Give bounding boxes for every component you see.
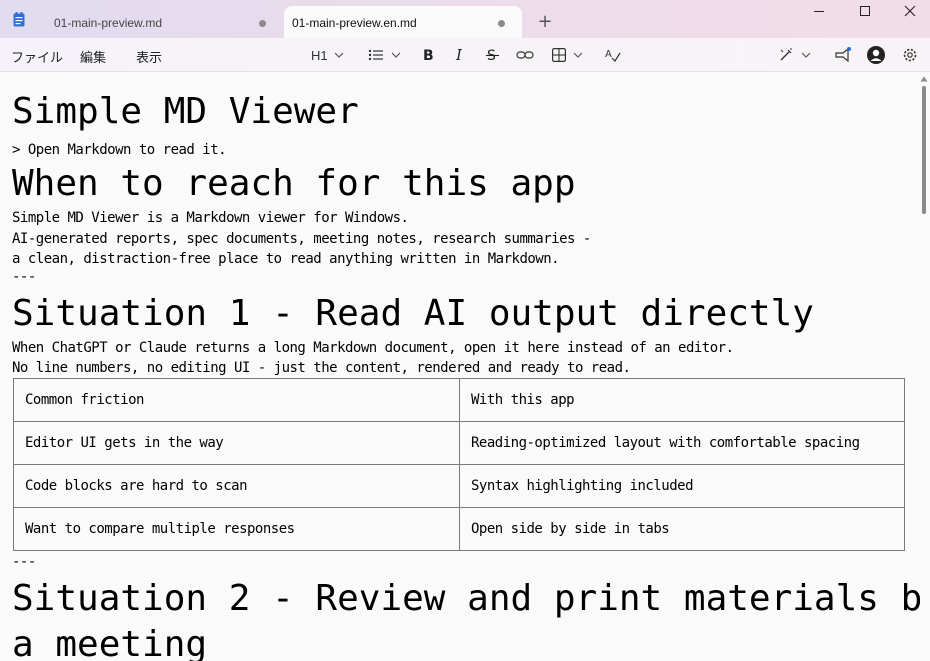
unsaved-dot-icon[interactable] (498, 20, 505, 27)
new-tab-button[interactable]: + (536, 13, 554, 31)
table-row: Want to compare multiple responses Open … (13, 507, 905, 551)
minimize-icon (814, 11, 824, 12)
table-cell: Open side by side in tabs (459, 507, 905, 551)
chevron-down-icon (391, 52, 401, 58)
link-icon (516, 51, 534, 59)
heading-dropdown[interactable]: H1 (311, 44, 344, 66)
close-window-button[interactable] (888, 0, 930, 24)
unsaved-dot-icon[interactable] (259, 20, 266, 27)
table-cell: With this app (459, 378, 905, 422)
horizontal-rule: --- (12, 554, 36, 570)
markdown-preview[interactable]: Simple MD Viewer > Open Markdown to read… (0, 72, 920, 661)
heading-situation-1: Situation 1 - Read AI output directly (12, 293, 814, 334)
menu-edit[interactable]: 編集 (80, 47, 106, 66)
table-row: Common friction With this app (13, 378, 905, 422)
vertical-scrollbar-thumb[interactable] (922, 86, 926, 214)
heading-situation-2: Situation 2 - Review and print materials… (12, 578, 920, 619)
svg-text:I: I (455, 47, 463, 63)
scroll-up-arrow-icon[interactable] (920, 76, 928, 82)
app-icon (13, 12, 25, 27)
horizontal-rule: --- (12, 269, 36, 285)
chevron-down-icon (801, 52, 811, 58)
tab-01-main-preview-md[interactable]: 01-main-preview.md (36, 6, 280, 38)
bullet-list-icon (368, 49, 383, 61)
menu-file[interactable]: ファイル (11, 47, 63, 66)
menu-view[interactable]: 表示 (136, 47, 162, 66)
bold-icon: B (423, 48, 434, 63)
link-button[interactable] (516, 44, 534, 66)
table-row: Code blocks are hard to scan Syntax high… (13, 464, 905, 508)
close-icon (904, 5, 916, 17)
bold-button[interactable]: B (422, 44, 436, 66)
tab-title: 01-main-preview.en.md (292, 16, 417, 30)
magic-pen-icon (780, 48, 792, 61)
spellcheck-button[interactable]: A (605, 44, 621, 66)
paragraph-line: No line numbers, no editing UI - just th… (12, 360, 631, 376)
announcements-button[interactable] (834, 44, 852, 66)
heading-title: Simple MD Viewer (12, 91, 359, 132)
chevron-down-icon (334, 52, 344, 58)
heading-label: H1 (311, 47, 328, 63)
tab-01-main-preview-en-md[interactable]: 01-main-preview.en.md (284, 6, 522, 38)
maximize-button[interactable] (842, 0, 888, 24)
paragraph-line: AI-generated reports, spec documents, me… (12, 231, 591, 247)
title-bar: 01-main-preview.md 01-main-preview.en.md… (0, 0, 930, 38)
strikethrough-icon: S (486, 48, 499, 63)
strikethrough-button[interactable]: S (486, 44, 500, 66)
gear-icon (903, 48, 917, 62)
svg-text:A: A (605, 49, 612, 60)
spellcheck-icon: A (605, 49, 621, 62)
megaphone-icon (835, 47, 851, 63)
ai-assist-dropdown[interactable] (778, 44, 811, 66)
table-cell: Want to compare multiple responses (13, 507, 460, 551)
blockquote: > Open Markdown to read it. (12, 142, 227, 158)
table-cell: Reading-optimized layout with comfortabl… (459, 421, 905, 465)
chevron-down-icon (573, 52, 583, 58)
heading-situation-2-cont: a meeting (12, 624, 208, 661)
table-cell: Editor UI gets in the way (13, 421, 460, 465)
italic-button[interactable]: I (454, 44, 468, 66)
maximize-icon (860, 6, 870, 16)
settings-button[interactable] (902, 44, 918, 66)
comparison-table: Common friction With this app Editor UI … (13, 378, 905, 551)
account-button[interactable] (866, 44, 886, 66)
paragraph-line: Simple MD Viewer is a Markdown viewer fo… (12, 210, 409, 226)
table-dropdown[interactable] (552, 44, 583, 66)
toolbar: ファイル 編集 表示 H1 B I S A (0, 38, 930, 72)
table-cell: Common friction (13, 378, 460, 422)
table-cell: Syntax highlighting included (459, 464, 905, 508)
svg-text:B: B (423, 48, 434, 63)
list-dropdown[interactable] (368, 44, 401, 66)
table-icon (552, 48, 566, 62)
paragraph-line: a clean, distraction-free place to read … (12, 251, 560, 267)
tab-title: 01-main-preview.md (54, 16, 163, 30)
paragraph-line: When ChatGPT or Claude returns a long Ma… (12, 340, 734, 356)
minimize-button[interactable] (796, 0, 842, 24)
avatar-icon (867, 46, 885, 64)
table-row: Editor UI gets in the way Reading-optimi… (13, 421, 905, 465)
heading-when-to-reach: When to reach for this app (12, 163, 576, 204)
table-cell: Code blocks are hard to scan (13, 464, 460, 508)
italic-icon: I (455, 47, 463, 63)
